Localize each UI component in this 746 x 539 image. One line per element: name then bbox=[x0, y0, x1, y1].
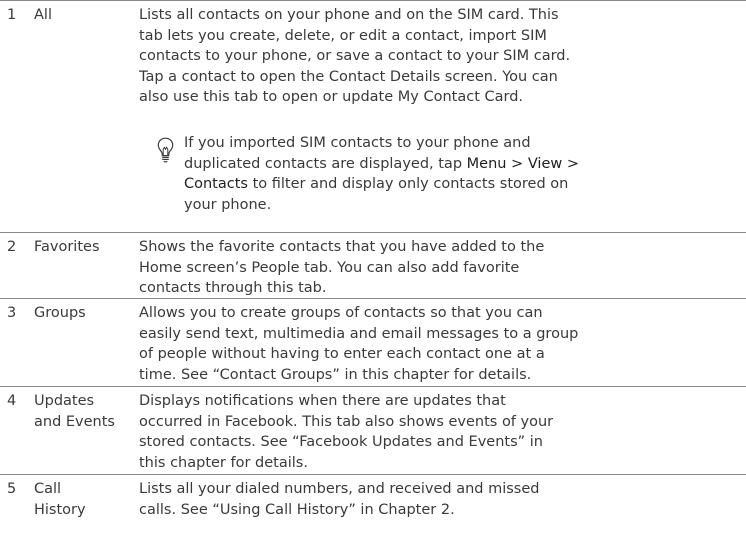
tip-note: If you imported SIM contacts to your pho… bbox=[157, 133, 746, 223]
table-row: 5 Call History Lists all your dialed num… bbox=[0, 474, 746, 539]
table-row: 4 Updates and Events Displays notificati… bbox=[0, 386, 746, 475]
tab-name: Groups bbox=[34, 303, 130, 324]
description-line: calls. See “Using Call History” in Chapt… bbox=[139, 501, 455, 518]
tip-line: duplicated contacts are displayed, tap M… bbox=[184, 154, 746, 175]
row-number: 1 bbox=[7, 7, 17, 23]
tab-name: Updates and Events bbox=[34, 391, 130, 432]
description-line: time. See “Contact Groups” in this chapt… bbox=[139, 366, 532, 383]
tab-description: Allows you to create groups of contacts … bbox=[139, 303, 739, 385]
description-line: contacts through this tab. bbox=[139, 280, 327, 296]
tab-name-line: Groups bbox=[34, 305, 86, 321]
table-row: 3 Groups Allows you to create groups of … bbox=[0, 298, 746, 387]
description-line: occurred in Facebook. This tab also show… bbox=[139, 413, 554, 430]
tab-name: Favorites bbox=[34, 237, 130, 258]
description-line: stored contacts. See “Facebook Updates a… bbox=[139, 434, 543, 450]
tab-name-line: All bbox=[34, 7, 52, 23]
tabs-description-table: 1 All Lists all contacts on your phone a… bbox=[0, 0, 746, 518]
tip-line: Contacts to filter and display only cont… bbox=[184, 174, 746, 195]
tab-description: Lists all contacts on your phone and on … bbox=[139, 5, 739, 108]
description-line: Tap a contact to open the Contact Detail… bbox=[139, 68, 558, 85]
description-line: tab lets you create, delete, or edit a c… bbox=[139, 27, 547, 44]
tip-text-segment: duplicated contacts are displayed, tap bbox=[184, 155, 467, 172]
tip-line: If you imported SIM contacts to your pho… bbox=[184, 135, 531, 151]
description-line: easily send text, multimedia and email m… bbox=[139, 325, 579, 342]
tip-line: your phone. bbox=[184, 196, 272, 213]
tab-name-line: Updates bbox=[34, 393, 95, 409]
row-number: 4 bbox=[7, 393, 17, 409]
tab-name: All bbox=[34, 5, 130, 26]
tab-description: Displays notifications when there are up… bbox=[139, 391, 739, 473]
menu-path: Contacts bbox=[184, 176, 248, 192]
tab-name-line: Favorites bbox=[34, 239, 100, 255]
row-number: 5 bbox=[7, 481, 17, 497]
lightbulb-icon bbox=[157, 137, 174, 163]
description-line: Lists all your dialed numbers, and recei… bbox=[139, 481, 540, 497]
description-line: of people without having to enter each c… bbox=[139, 346, 545, 362]
tab-name-line: and Events bbox=[34, 413, 115, 430]
description-line: this chapter for details. bbox=[139, 454, 308, 471]
tip-text-segment: to filter and display only contacts stor… bbox=[247, 176, 569, 192]
description-line: also use this tab to open or update My C… bbox=[139, 89, 524, 105]
description-line: Allows you to create groups of contacts … bbox=[139, 305, 543, 321]
tab-name-line: History bbox=[34, 501, 86, 518]
row-number: 3 bbox=[7, 305, 17, 321]
row-number: 2 bbox=[7, 239, 17, 255]
tip-text: If you imported SIM contacts to your pho… bbox=[184, 133, 746, 215]
table-row: 2 Favorites Shows the favorite contacts … bbox=[0, 232, 746, 299]
description-line: contacts to your phone, or save a contac… bbox=[139, 48, 571, 64]
tab-description: Shows the favorite contacts that you hav… bbox=[139, 237, 739, 299]
tab-name: Call History bbox=[34, 479, 130, 520]
tab-name-line: Call bbox=[34, 481, 62, 497]
description-line: Lists all contacts on your phone and on … bbox=[139, 7, 559, 23]
description-line: Shows the favorite contacts that you hav… bbox=[139, 239, 545, 255]
menu-path: Menu > View > bbox=[466, 155, 579, 172]
tab-description: Lists all your dialed numbers, and recei… bbox=[139, 479, 739, 520]
description-line: Displays notifications when there are up… bbox=[139, 393, 506, 409]
description-line: Home screen’s People tab. You can also a… bbox=[139, 259, 520, 276]
